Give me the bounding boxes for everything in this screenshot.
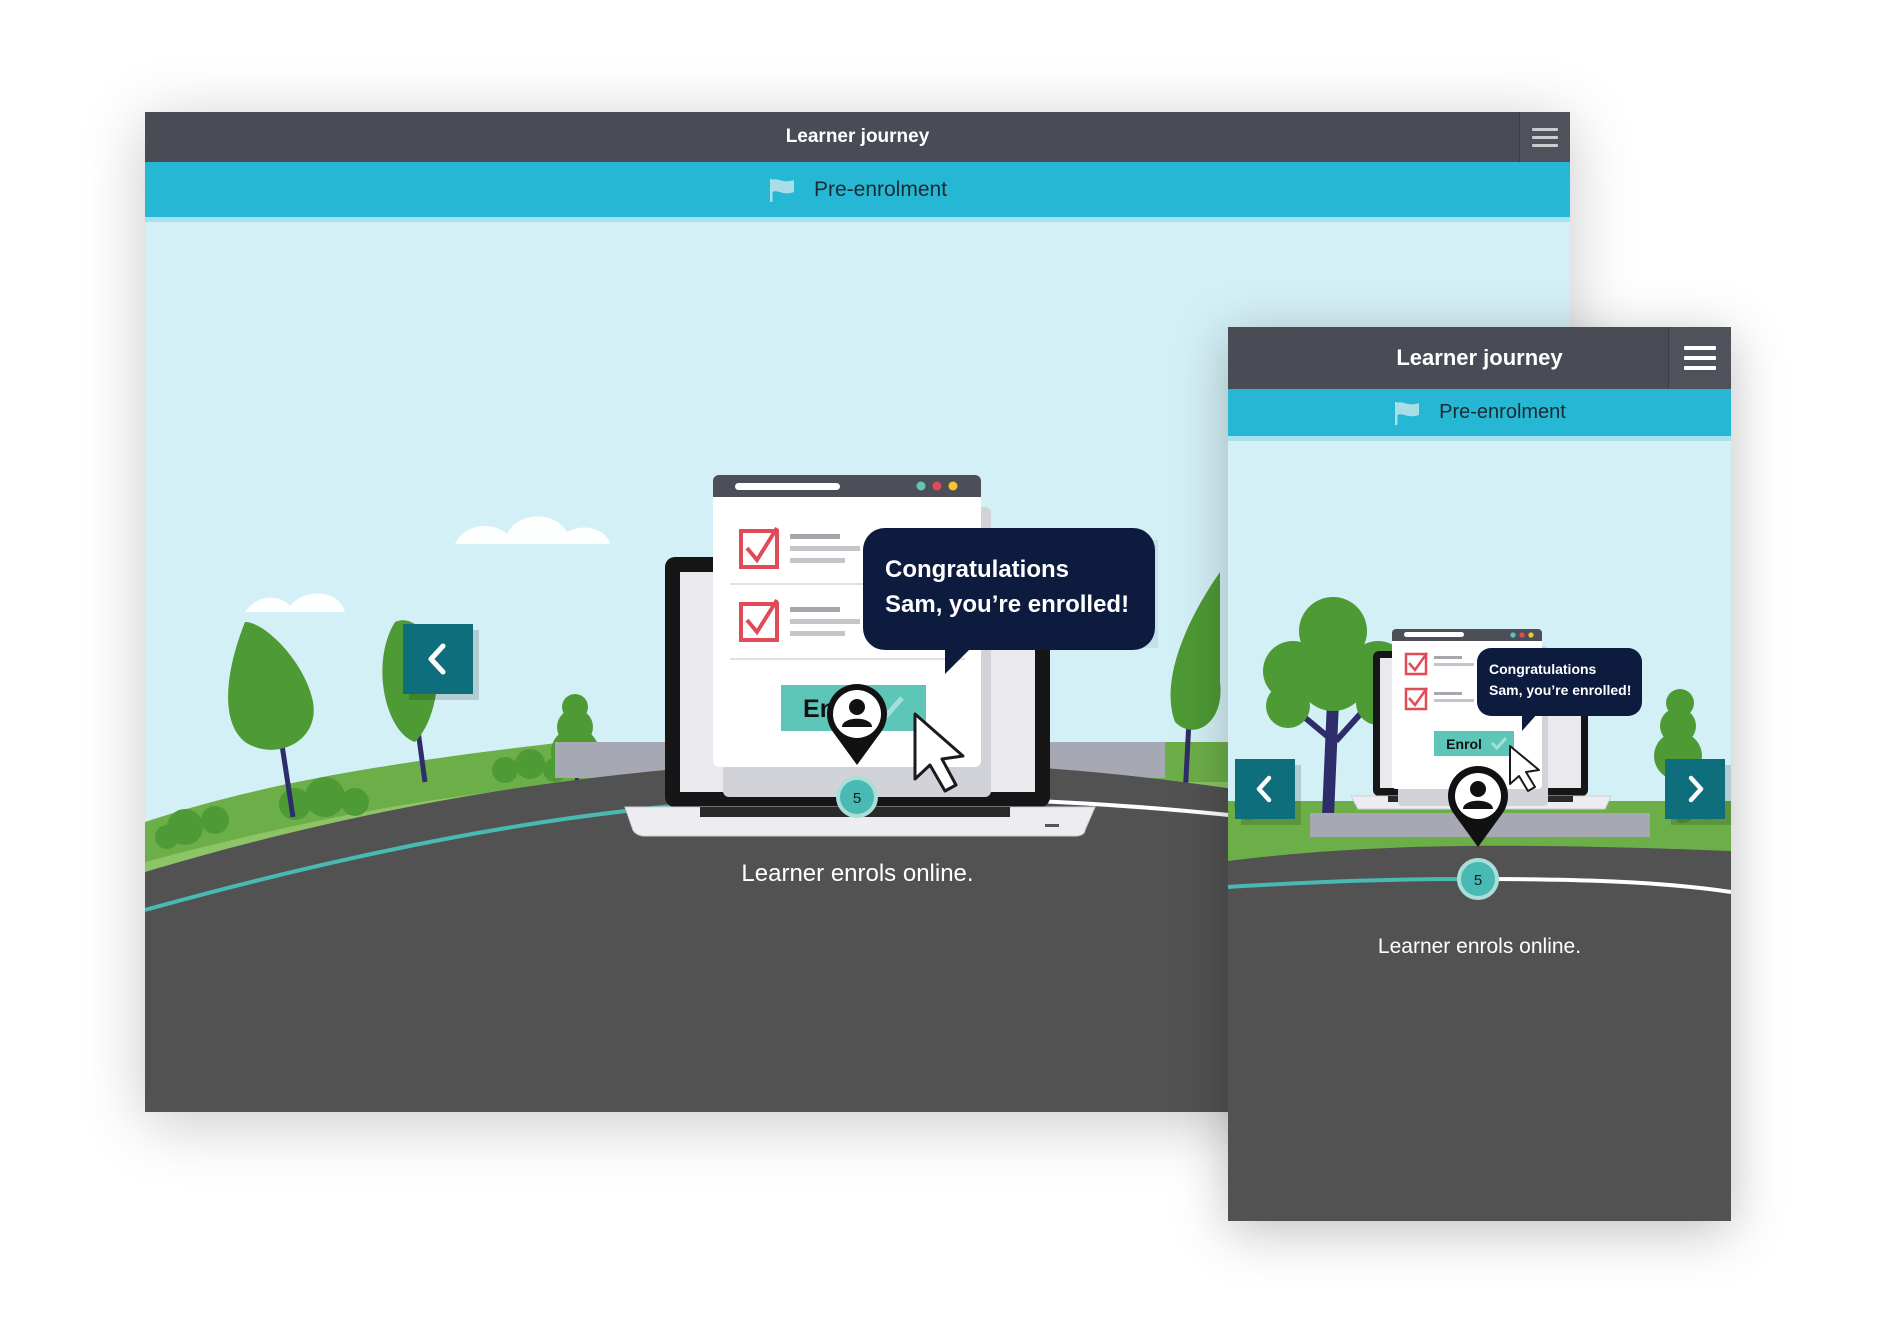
- chevron-right-icon: [1688, 775, 1704, 803]
- stage-label: Pre-enrolment: [1439, 401, 1566, 423]
- step-marker[interactable]: 5: [1457, 858, 1499, 900]
- bubble-line-2: Sam, you’re enrolled!: [1489, 682, 1631, 698]
- step-number: 5: [853, 790, 861, 807]
- step-number: 5: [1474, 872, 1482, 889]
- chevron-left-icon: [1256, 775, 1272, 803]
- bubble-line-1: Congratulations: [1489, 661, 1597, 677]
- bubble-line-1: Congratulations: [885, 556, 1069, 583]
- prev-button[interactable]: [1235, 759, 1295, 819]
- app-header: Learner journey: [1228, 327, 1731, 389]
- flag-icon: [1395, 401, 1420, 425]
- flag-icon: [769, 178, 794, 202]
- bubble-line-2: Sam, you’re enrolled!: [885, 591, 1129, 618]
- next-button[interactable]: [1665, 759, 1725, 819]
- mobile-frame: Learner journey Pre-enrolment Enrol Cong…: [1228, 327, 1731, 1221]
- journey-scene: Enrol Congratulations Sam, you’re enroll…: [1228, 441, 1731, 1221]
- menu-button[interactable]: [1519, 112, 1570, 162]
- enrol-button-label: Enrol: [1446, 736, 1482, 752]
- prev-button[interactable]: [403, 624, 473, 694]
- app-header: Learner journey: [145, 112, 1570, 162]
- app-title: Learner journey: [1396, 345, 1563, 370]
- hamburger-menu-icon: [1532, 127, 1558, 147]
- stage-label: Pre-enrolment: [813, 177, 948, 201]
- hamburger-menu-icon: [1684, 346, 1716, 370]
- step-caption: Learner enrols online.: [1377, 935, 1582, 958]
- stage-bar: Pre-enrolment: [1228, 389, 1731, 441]
- chevron-left-icon: [428, 643, 446, 675]
- menu-button[interactable]: [1668, 327, 1731, 389]
- step-marker[interactable]: 5: [836, 776, 878, 818]
- enrol-button-illustration: Enrol: [1434, 731, 1514, 756]
- stage-bar: Pre-enrolment: [145, 162, 1570, 222]
- app-title: Learner journey: [785, 126, 930, 147]
